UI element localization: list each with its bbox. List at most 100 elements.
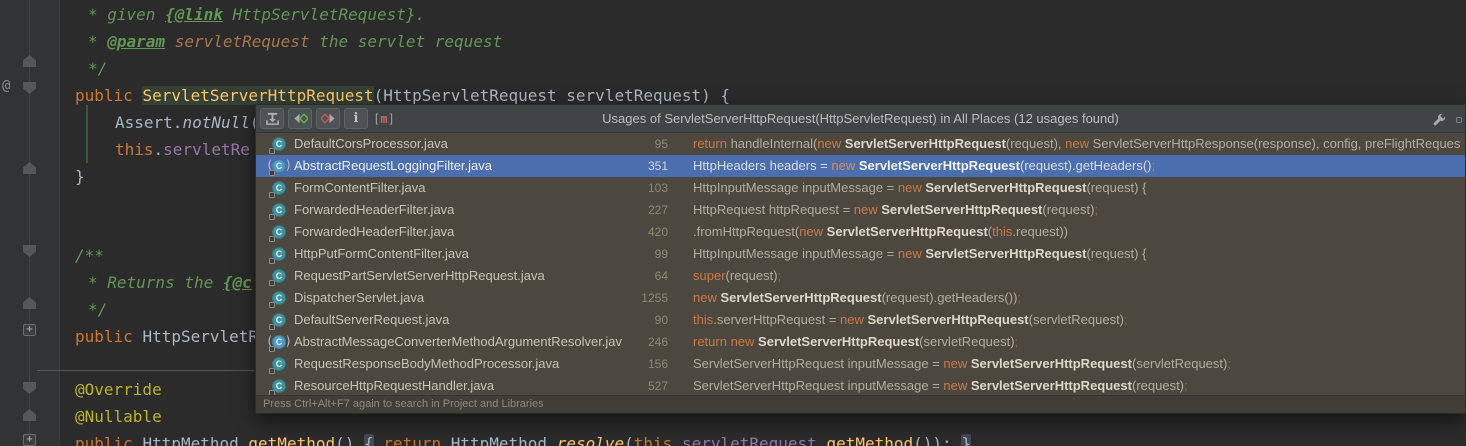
editor-code-line[interactable]: Assert.notNull( [115,112,260,134]
usage-file-name: ForwardedHeaderFilter.java [294,199,622,221]
class-icon: C [271,378,287,394]
code-segment: ; [1184,378,1188,393]
usage-code-preview: super(request); [693,265,1461,287]
code-segment: (request) [726,268,778,283]
lock-badge [269,368,275,374]
code-segment: new [898,180,925,195]
code-segment: ; [1151,158,1155,173]
usage-line-number: 90 [616,309,668,331]
usage-row[interactable]: CResourceHttpRequestHandler.java527Servl… [256,375,1465,397]
pin-icon-partial[interactable] [1455,109,1463,130]
code-segment: public [75,327,142,346]
code-segment: ()); [913,434,952,446]
code-segment: servletRequest [165,32,319,51]
lock-badge [269,192,275,198]
code-segment: .serverHttpRequest = [713,312,840,327]
usage-line-number: 99 [616,243,668,265]
usage-file-name: DispatcherServlet.java [294,287,622,309]
code-segment: new [943,378,970,393]
usage-code-preview: .fromHttpRequest(new ServletServerHttpRe… [693,221,1461,243]
code-segment: ServletServerHttpRequest [925,180,1086,195]
editor-code-line[interactable]: * @param servletRequest the servlet requ… [88,31,502,53]
class-icon: C [271,180,287,196]
code-segment: ( [624,434,634,446]
code-segment: (servletRequest) [919,334,1014,349]
code-segment: } [961,434,971,446]
code-segment: handleInternal( [731,136,818,151]
editor-code-line[interactable]: } [75,166,85,188]
editor-code-line[interactable]: public HttpMethod getMethod() { return H… [75,433,971,446]
usage-row[interactable]: CForwardedHeaderFilter.java420.fromHttpR… [256,221,1465,243]
usage-line-number: 420 [616,221,668,243]
code-segment: this [634,434,673,446]
code-segment: */ [88,300,107,319]
class-icon: C [271,202,287,218]
code-segment: the servlet request [319,32,502,51]
code-segment: new [831,158,858,173]
code-segment: {@link [165,5,223,24]
usage-code-preview: return new ServletServerHttpRequest(serv… [693,331,1461,353]
usage-row[interactable]: CDefaultServerRequest.java90this.serverH… [256,309,1465,331]
lock-badge [269,324,275,330]
editor-code-line[interactable]: */ [88,58,107,80]
usage-file-name: DefaultCorsProcessor.java [294,133,622,155]
usage-line-number: 351 [616,155,668,177]
editor-code-line[interactable]: this.servletRe [115,139,250,161]
usage-row[interactable]: ()CAbstractMessageConverterMethodArgumen… [256,331,1465,353]
class-icon: C [271,268,287,284]
usage-file-name: DefaultServerRequest.java [294,309,622,331]
code-segment: ; [778,268,782,283]
popup-footer-hint: Press Ctrl+Alt+F7 again to search in Pro… [256,395,1465,413]
abstract-class-icon: ()C [271,158,287,174]
code-segment: ServletServerHttpRequest [971,356,1132,371]
editor-code-line[interactable]: */ [88,299,107,321]
code-segment: this [992,224,1012,239]
usage-file-name: FormContentFilter.java [294,177,622,199]
code-segment: servletRequest [682,434,817,446]
editor-code-line[interactable]: @Nullable [75,406,162,428]
ide-window: @ ++ * given {@link HttpServletRequest}.… [0,0,1466,446]
code-segment: (request) [1132,378,1184,393]
usage-row[interactable]: CDefaultCorsProcessor.java95return handl… [256,133,1465,155]
usage-code-preview: HttpInputMessage inputMessage = new Serv… [693,177,1461,199]
code-segment: new [693,290,720,305]
usage-code-preview: new ServletServerHttpRequest(request).ge… [693,287,1461,309]
usage-row[interactable]: ()CAbstractRequestLoggingFilter.java351H… [256,155,1465,177]
usage-row[interactable]: C ForwardedHeaderFilter.java227 HttpReques… [256,199,1465,221]
code-segment [952,434,962,446]
editor-code-line[interactable]: * given {@link HttpServletRequest}. [88,4,425,26]
usage-row[interactable]: CDispatcherServlet.java1255new ServletSe… [256,287,1465,309]
code-segment: notNull [182,113,249,132]
class-icon: C [271,246,287,262]
code-segment: */ [88,59,107,78]
usage-code-preview: ServletServerHttpRequest inputMessage = … [693,375,1461,397]
code-segment: @Nullable [75,407,162,426]
editor-code-line[interactable]: public HttpServletR [75,326,258,348]
editor-code-line[interactable]: * Returns the {@c [88,272,252,294]
code-segment: (request) { [1086,246,1146,261]
code-segment: ServletServerHttpRequest [971,378,1132,393]
usage-row[interactable]: CHttpPutFormContentFilter.java99HttpInpu… [256,243,1465,265]
editor-code-line[interactable]: @Override [75,379,162,401]
code-segment: Assert. [115,113,182,132]
code-segment: ServletServerHttpRequest [868,312,1029,327]
code-segment: (request), [1006,136,1065,151]
usage-code-preview: HttpRequest httpRequest = new ServletSer… [693,199,1461,221]
code-segment: ServletServerHttpRequest [881,202,1042,217]
usage-line-number: 246 [616,331,668,353]
usage-row[interactable]: CRequestPartServletServerHttpRequest.jav… [256,265,1465,287]
settings-wrench-icon[interactable] [1427,109,1451,130]
lock-badge [269,302,275,308]
lock-badge [269,170,275,176]
code-segment: ServletServerHttpRequest [845,136,1006,151]
usage-line-number: 527 [616,375,668,397]
editor-code-line[interactable]: /** [75,245,104,267]
usage-line-number: 1255 [616,287,668,309]
lock-badge [269,236,275,242]
usage-row[interactable]: CRequestResponseBodyMethodProcessor.java… [256,353,1465,375]
code-segment: .fromHttpRequest( [693,224,799,239]
code-segment: . [672,434,682,446]
usage-row[interactable]: CFormContentFilter.java103HttpInputMessa… [256,177,1465,199]
usage-line-number: 227 [616,199,668,221]
code-segment: (request) [1042,202,1094,217]
